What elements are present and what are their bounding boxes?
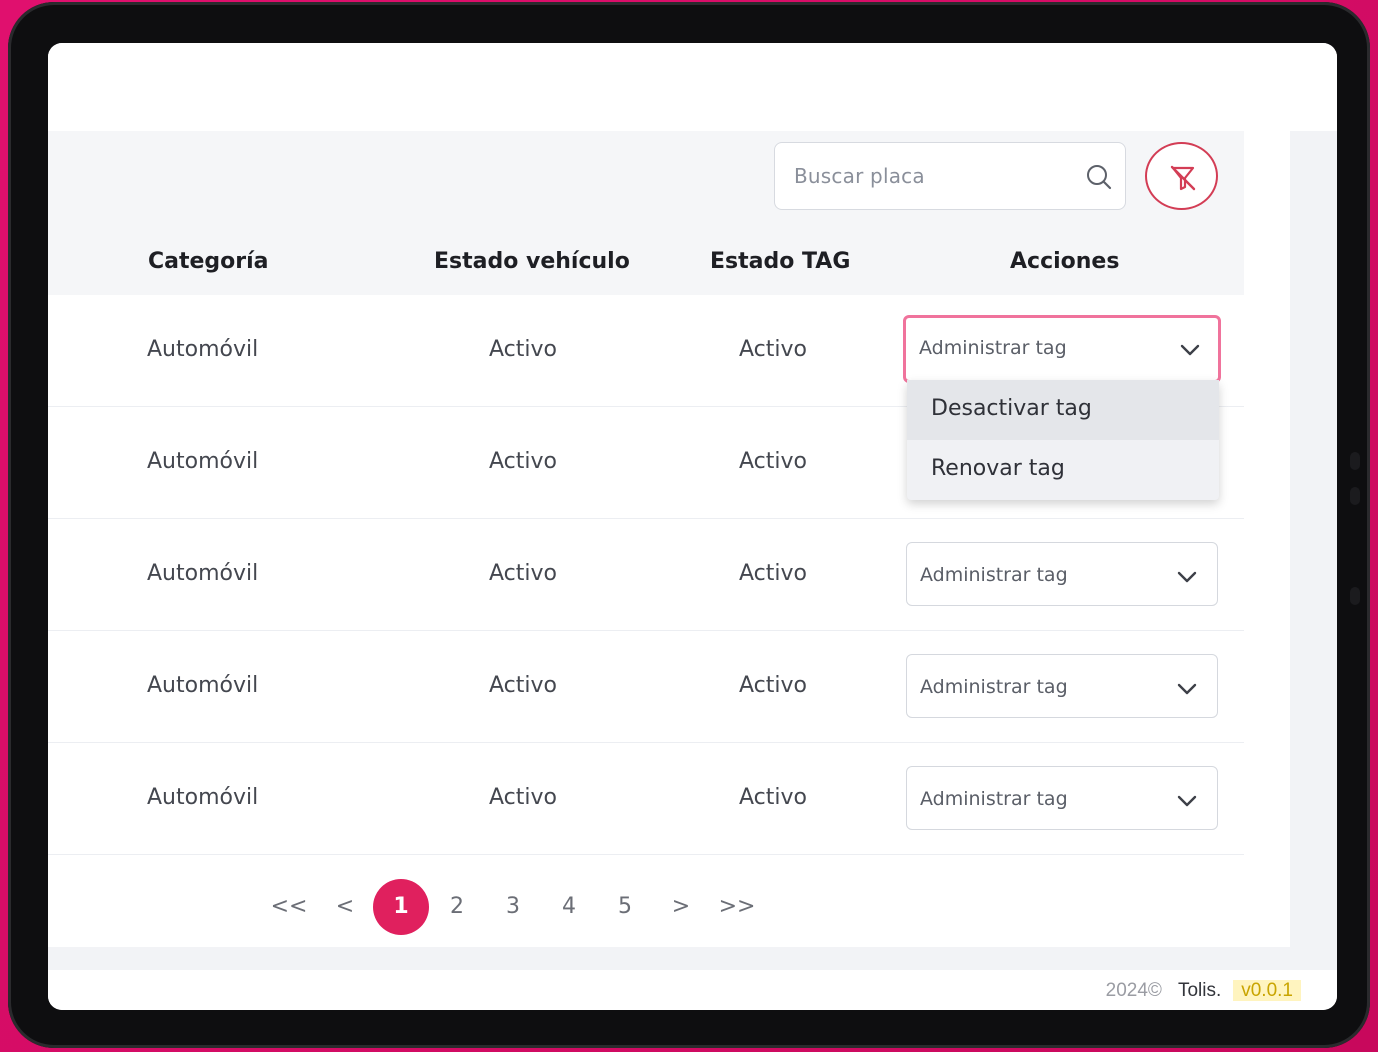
- side-button: [1350, 452, 1360, 470]
- actions-select[interactable]: Administrar tag: [906, 766, 1218, 830]
- cell-estado-tag: Activo: [739, 337, 807, 362]
- brand-name: Tolis.: [1177, 980, 1222, 1001]
- cell-estado-tag: Activo: [739, 561, 807, 586]
- cell-estado-vehiculo: Activo: [489, 337, 557, 362]
- actions-dropdown-menu: Desactivar tag Renovar tag: [907, 380, 1219, 500]
- menu-item-desactivar-tag[interactable]: Desactivar tag: [907, 380, 1219, 440]
- table-row: Automóvil Activo Activo Administrar tag: [48, 743, 1244, 855]
- cell-categoria: Automóvil: [147, 673, 259, 698]
- cell-estado-vehiculo: Activo: [489, 785, 557, 810]
- actions-select[interactable]: Administrar tag: [906, 542, 1218, 606]
- version-badge: v0.0.1: [1233, 980, 1301, 1001]
- cell-categoria: Automóvil: [147, 337, 259, 362]
- app-screen: Buscar placa Categoría Estado vehículo E…: [48, 43, 1337, 1010]
- column-header-estado-vehiculo: Estado vehículo: [434, 249, 630, 274]
- actions-select-label: Administrar tag: [920, 788, 1068, 810]
- actions-select[interactable]: Administrar tag: [903, 315, 1221, 383]
- menu-item-renovar-tag[interactable]: Renovar tag: [907, 440, 1219, 500]
- vehicles-card: Buscar placa Categoría Estado vehículo E…: [48, 131, 1290, 947]
- clear-filter-button[interactable]: [1145, 142, 1218, 210]
- cell-estado-tag: Activo: [739, 673, 807, 698]
- actions-select-label: Administrar tag: [920, 676, 1068, 698]
- cell-categoria: Automóvil: [147, 785, 259, 810]
- chevron-down-icon: [1180, 344, 1200, 356]
- table-toolbar: Buscar placa Categoría Estado vehículo E…: [48, 131, 1244, 295]
- column-header-estado-tag: Estado TAG: [710, 249, 851, 274]
- next-page-button[interactable]: >: [653, 879, 709, 935]
- footer: 2024© Tolis. v0.0.1: [48, 970, 1337, 1010]
- cell-estado-vehiculo: Activo: [489, 449, 557, 474]
- chevron-down-icon: [1177, 683, 1197, 695]
- copyright-year: 2024©: [1105, 980, 1162, 1001]
- column-header-acciones: Acciones: [1010, 249, 1120, 274]
- side-button: [1350, 487, 1360, 505]
- footer-text: 2024© Tolis. v0.0.1: [1106, 980, 1301, 1002]
- page-button-3[interactable]: 3: [485, 879, 541, 935]
- menu-item-label: Desactivar tag: [931, 396, 1092, 421]
- side-button: [1350, 587, 1360, 605]
- top-bar: [48, 43, 1337, 131]
- last-page-button[interactable]: >>: [709, 879, 765, 935]
- search-icon[interactable]: [1085, 163, 1113, 191]
- actions-select[interactable]: Administrar tag: [906, 654, 1218, 718]
- filter-off-icon: [1170, 165, 1196, 191]
- cell-estado-tag: Activo: [739, 785, 807, 810]
- prev-page-button[interactable]: <: [317, 879, 373, 935]
- actions-select-label: Administrar tag: [919, 337, 1067, 359]
- chevron-down-icon: [1177, 795, 1197, 807]
- page-button-2[interactable]: 2: [429, 879, 485, 935]
- menu-item-label: Renovar tag: [931, 456, 1065, 481]
- chevron-down-icon: [1177, 571, 1197, 583]
- pagination: << < 1 2 3 4 5 > >>: [48, 879, 1244, 939]
- table-row: Automóvil Activo Activo Administrar tag: [48, 519, 1244, 631]
- page-button-1[interactable]: 1: [373, 879, 429, 935]
- actions-select-label: Administrar tag: [920, 564, 1068, 586]
- table-row: Automóvil Activo Activo Administrar tag: [48, 631, 1244, 743]
- search-input[interactable]: Buscar placa: [794, 164, 925, 188]
- first-page-button[interactable]: <<: [261, 879, 317, 935]
- search-field[interactable]: Buscar placa: [774, 142, 1126, 210]
- cell-estado-vehiculo: Activo: [489, 673, 557, 698]
- cell-categoria: Automóvil: [147, 561, 259, 586]
- page-button-5[interactable]: 5: [597, 879, 653, 935]
- cell-estado-vehiculo: Activo: [489, 561, 557, 586]
- cell-estado-tag: Activo: [739, 449, 807, 474]
- column-header-categoria: Categoría: [148, 249, 269, 274]
- page-button-4[interactable]: 4: [541, 879, 597, 935]
- cell-categoria: Automóvil: [147, 449, 259, 474]
